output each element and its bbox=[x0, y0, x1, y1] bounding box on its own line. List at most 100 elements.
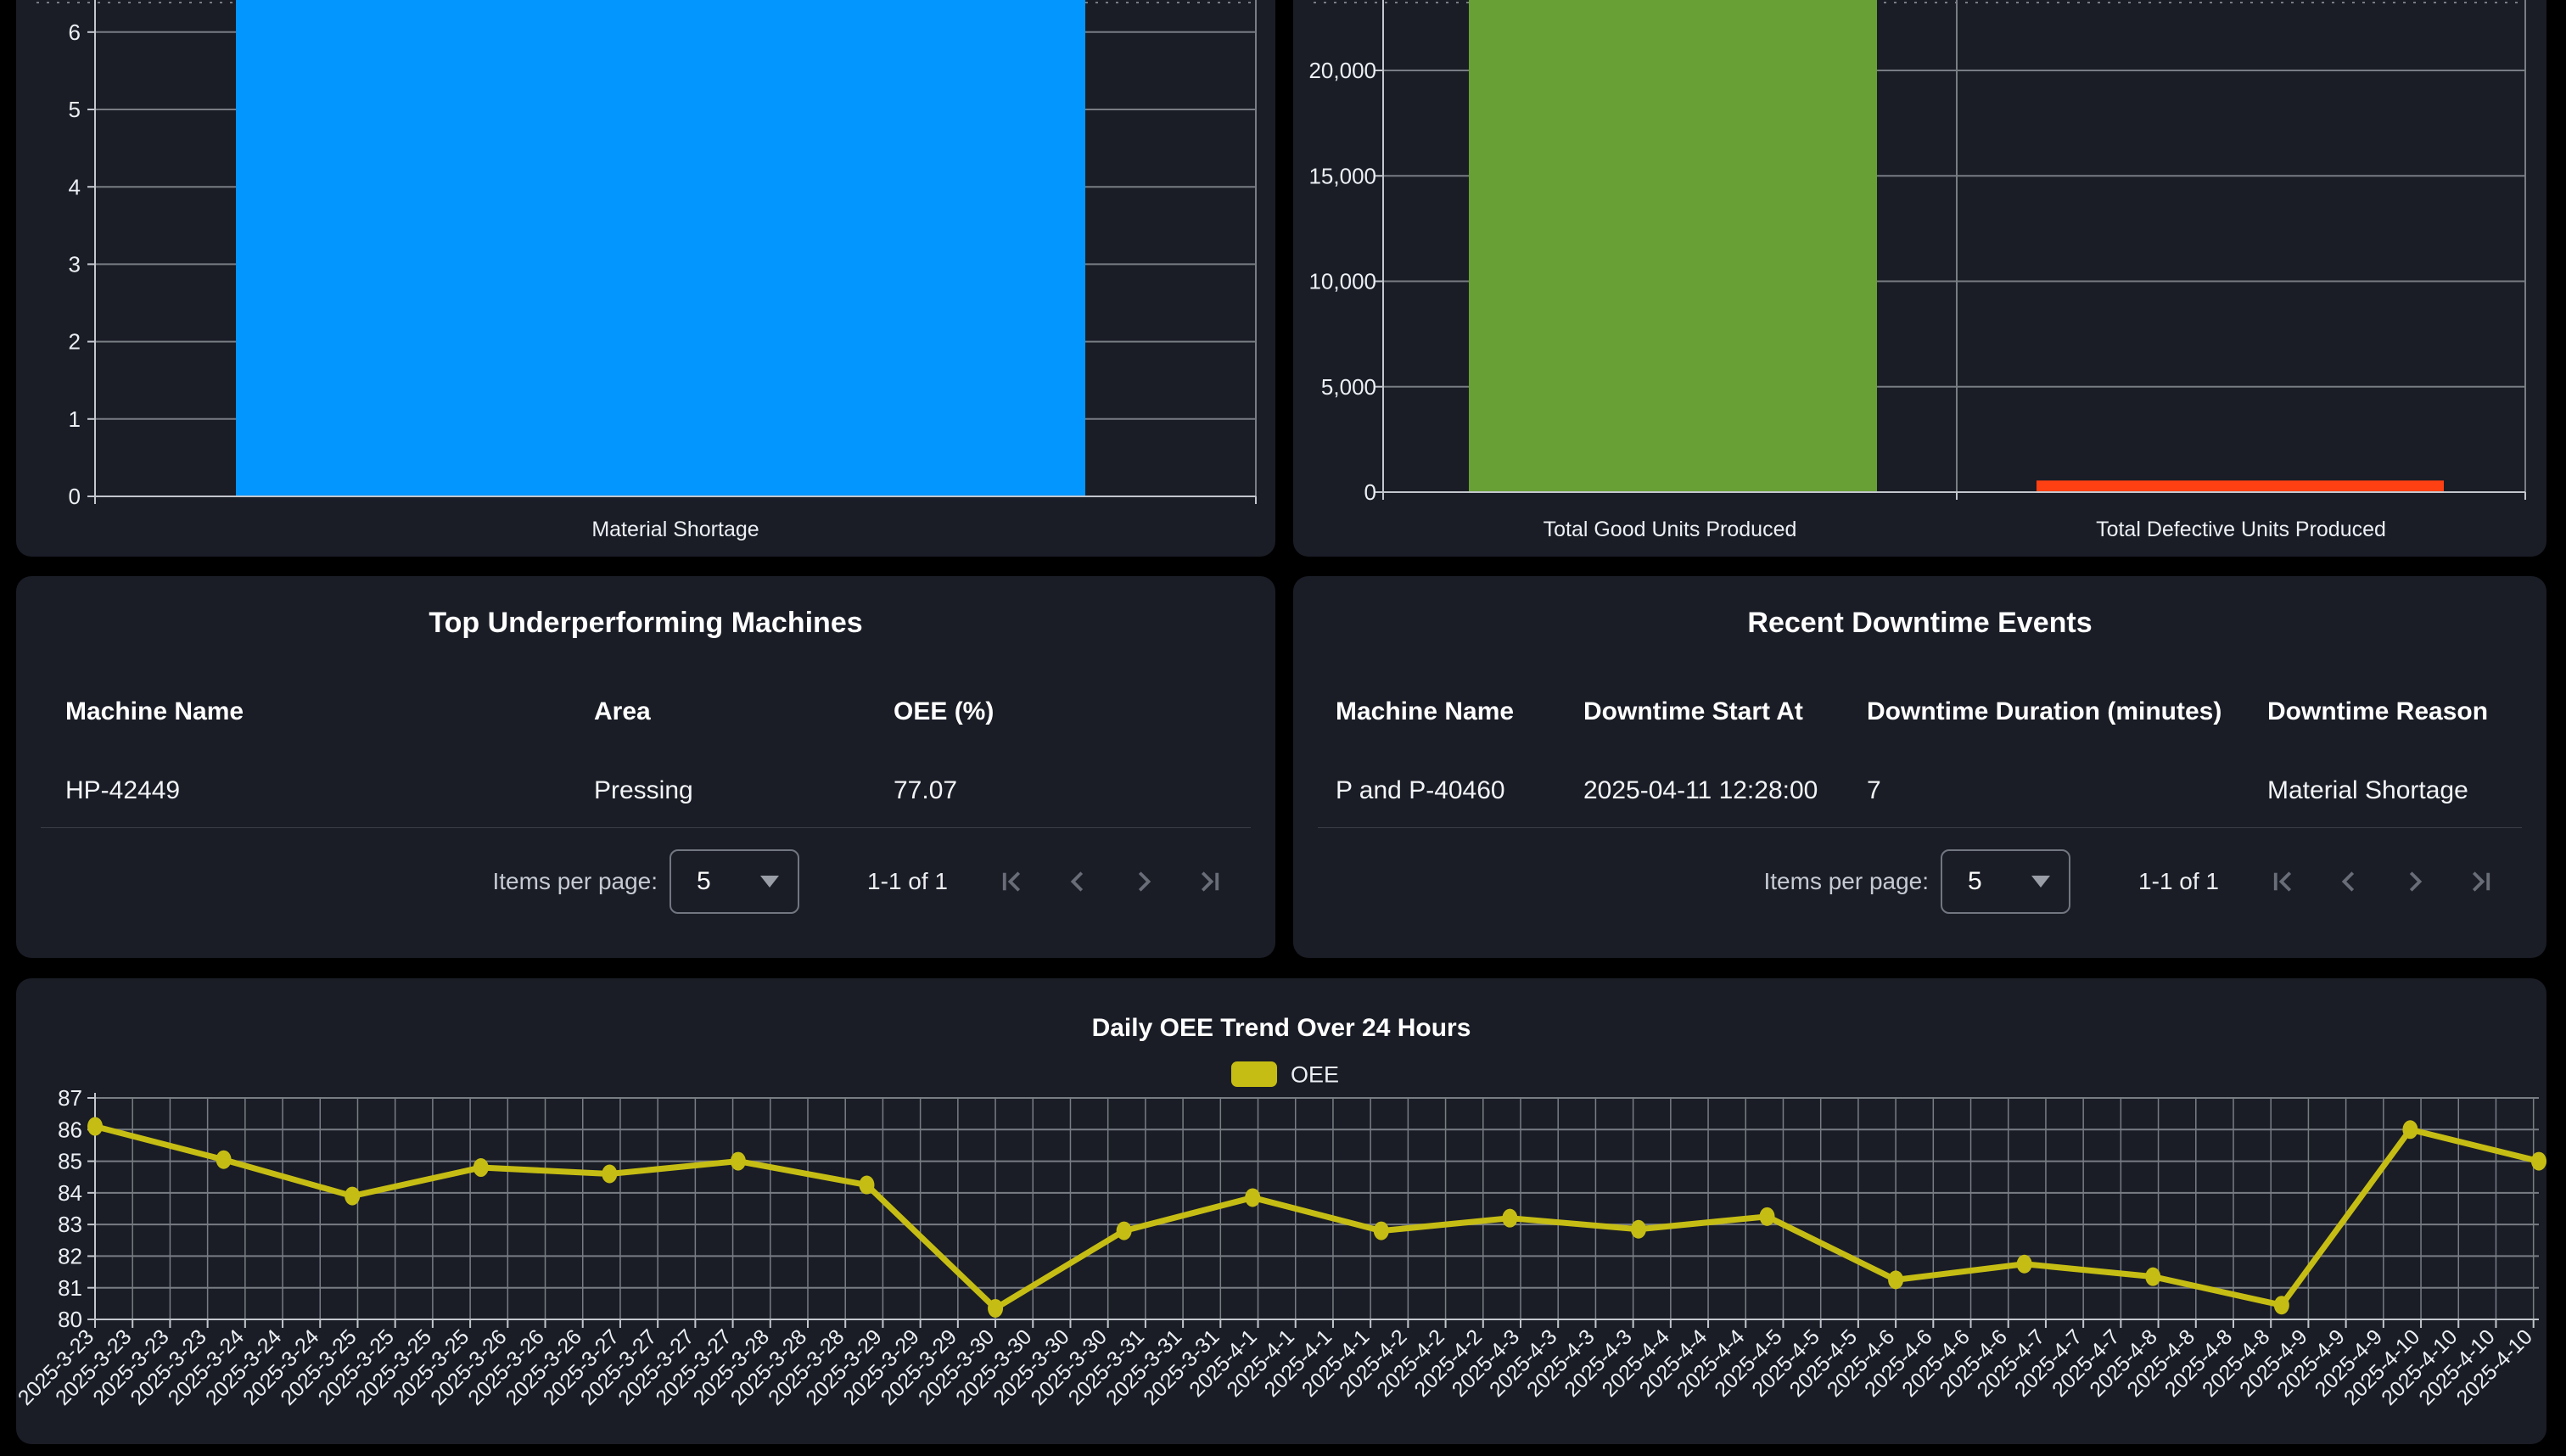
oee-point-2025-4-3[interactable] bbox=[1502, 1209, 1517, 1228]
axis-label: 82 bbox=[58, 1244, 82, 1269]
column-header: Downtime Start At bbox=[1583, 697, 1867, 726]
oee-point-2025-4-5[interactable] bbox=[1760, 1207, 1775, 1226]
next-page-button[interactable] bbox=[1128, 865, 1160, 898]
oee-point-2025-4-11[interactable] bbox=[2531, 1152, 2546, 1171]
cell-downtime-reason: Material Shortage bbox=[2267, 776, 2521, 805]
paginator: Items per page: 5 1-1 of 1 bbox=[492, 846, 1226, 917]
paginator-buttons bbox=[995, 865, 1226, 898]
axis-label: 1 bbox=[69, 406, 81, 432]
category-label: Total Good Units Produced bbox=[1544, 518, 1797, 541]
oee-trend-line bbox=[95, 1127, 2539, 1308]
panel-production-units-chart: 05,00010,00015,00020,000Total Good Units… bbox=[1293, 0, 2546, 557]
oee-point-2025-4-8[interactable] bbox=[2145, 1268, 2160, 1286]
oee-point-2025-3-24[interactable] bbox=[216, 1151, 232, 1169]
panel-downtime-by-reason-chart: 0123456Material Shortage bbox=[16, 0, 1275, 557]
axis-label: 5 bbox=[69, 97, 81, 122]
oee-point-2025-3-31[interactable] bbox=[1117, 1222, 1132, 1240]
items-per-page-select[interactable]: 5 bbox=[670, 849, 799, 914]
chart-title: Daily OEE Trend Over 24 Hours bbox=[1092, 1014, 1471, 1042]
axis-label: 81 bbox=[58, 1275, 82, 1301]
last-page-button[interactable] bbox=[2465, 865, 2497, 898]
axis-label: 3 bbox=[69, 252, 81, 277]
oee-point-2025-4-4[interactable] bbox=[1631, 1220, 1646, 1239]
last-page-icon bbox=[1194, 865, 1226, 898]
page-range-label: 1-1 of 1 bbox=[867, 868, 948, 895]
oee-point-2025-4-2[interactable] bbox=[1374, 1222, 1389, 1240]
oee-point-2025-4-1[interactable] bbox=[1245, 1188, 1260, 1207]
oee-point-2025-3-30[interactable] bbox=[988, 1299, 1003, 1318]
chevron-right-icon bbox=[2399, 865, 2431, 898]
axis-label: 87 bbox=[58, 1085, 82, 1111]
items-per-page-label: Items per page: bbox=[1763, 868, 1929, 895]
axis-label: 84 bbox=[58, 1180, 82, 1206]
oee-point-2025-3-25[interactable] bbox=[345, 1187, 360, 1206]
column-header: Downtime Duration (minutes) bbox=[1867, 697, 2267, 726]
first-page-icon bbox=[995, 865, 1028, 898]
bar-total-good-units[interactable] bbox=[1469, 0, 1877, 492]
axis-label: 5,000 bbox=[1321, 374, 1376, 400]
legend-label: OEE bbox=[1291, 1061, 1339, 1087]
oee-point-2025-3-26[interactable] bbox=[473, 1158, 489, 1177]
axis-label: 10,000 bbox=[1308, 269, 1376, 294]
chevron-left-icon bbox=[2333, 865, 2365, 898]
legend-swatch-oee[interactable] bbox=[1231, 1061, 1277, 1087]
oee-point-2025-3-29[interactable] bbox=[859, 1176, 874, 1195]
page-range-label: 1-1 of 1 bbox=[2138, 868, 2219, 895]
chevron-right-icon bbox=[1128, 865, 1160, 898]
chevron-left-icon bbox=[1062, 865, 1094, 898]
axis-label: 86 bbox=[58, 1117, 82, 1142]
items-per-page-label: Items per page: bbox=[492, 868, 658, 895]
oee-point-2025-4-7[interactable] bbox=[2017, 1255, 2032, 1274]
axis-label: 2 bbox=[69, 329, 81, 355]
cell-machine-name: P and P-40460 bbox=[1336, 776, 1583, 805]
axis-label: 85 bbox=[58, 1149, 82, 1174]
table-header-row: Machine Name Area OEE (%) bbox=[16, 693, 1275, 731]
table-header-row: Machine Name Downtime Start At Downtime … bbox=[1293, 693, 2546, 731]
paginator-divider bbox=[1318, 827, 2522, 828]
previous-page-button[interactable] bbox=[2333, 865, 2365, 898]
bar-material-shortage[interactable] bbox=[236, 0, 1085, 496]
cell-downtime-duration: 7 bbox=[1867, 776, 2267, 805]
panel-daily-oee-trend: Daily OEE Trend Over 24 HoursOEE80818283… bbox=[16, 978, 2546, 1444]
oee-point-2025-3-23[interactable] bbox=[87, 1117, 103, 1136]
axis-label: 4 bbox=[69, 174, 81, 199]
oee-point-2025-4-9[interactable] bbox=[2274, 1296, 2289, 1314]
axis-label: 83 bbox=[58, 1212, 82, 1237]
paginator: Items per page: 5 1-1 of 1 bbox=[1763, 846, 2497, 917]
bar-total-defective-units[interactable] bbox=[2037, 480, 2444, 492]
last-page-icon bbox=[2465, 865, 2497, 898]
next-page-button[interactable] bbox=[2399, 865, 2431, 898]
first-page-icon bbox=[2266, 865, 2299, 898]
column-header: Machine Name bbox=[65, 697, 594, 726]
cell-area: Pressing bbox=[594, 776, 894, 805]
select-caret-icon bbox=[2031, 876, 2050, 888]
previous-page-button[interactable] bbox=[1062, 865, 1094, 898]
oee-point-2025-3-28[interactable] bbox=[731, 1152, 746, 1171]
column-header: OEE (%) bbox=[894, 697, 1250, 726]
paginator-divider bbox=[41, 827, 1251, 828]
production-units-bar-chart: 05,00010,00015,00020,000Total Good Units… bbox=[1293, 0, 2546, 557]
paginator-buttons bbox=[2266, 865, 2497, 898]
table-row: HP-42449 Pressing 77.07 bbox=[16, 772, 1275, 809]
column-header: Area bbox=[594, 697, 894, 726]
downtime-by-reason-bar-chart: 0123456Material Shortage bbox=[16, 0, 1275, 557]
axis-label: 0 bbox=[69, 484, 81, 509]
axis-label: 15,000 bbox=[1308, 163, 1376, 188]
category-label: Total Defective Units Produced bbox=[2096, 518, 2386, 541]
daily-oee-trend-line-chart: Daily OEE Trend Over 24 HoursOEE80818283… bbox=[16, 978, 2546, 1444]
first-page-button[interactable] bbox=[995, 865, 1028, 898]
last-page-button[interactable] bbox=[1194, 865, 1226, 898]
items-per-page-select[interactable]: 5 bbox=[1941, 849, 2070, 914]
cell-oee: 77.07 bbox=[894, 776, 1250, 805]
page-title-underperforming: Top Underperforming Machines bbox=[16, 607, 1275, 640]
oee-point-2025-4-10[interactable] bbox=[2402, 1120, 2418, 1139]
first-page-button[interactable] bbox=[2266, 865, 2299, 898]
oee-point-2025-3-27[interactable] bbox=[602, 1164, 617, 1183]
category-label: Material Shortage bbox=[591, 518, 759, 541]
select-caret-icon bbox=[760, 876, 779, 888]
page-size-value: 5 bbox=[1968, 867, 1982, 896]
panel-top-underperforming-machines: Top Underperforming Machines Machine Nam… bbox=[16, 576, 1275, 958]
oee-point-2025-4-6[interactable] bbox=[1888, 1270, 1903, 1289]
column-header: Machine Name bbox=[1336, 697, 1583, 726]
axis-label: 0 bbox=[1364, 479, 1376, 505]
